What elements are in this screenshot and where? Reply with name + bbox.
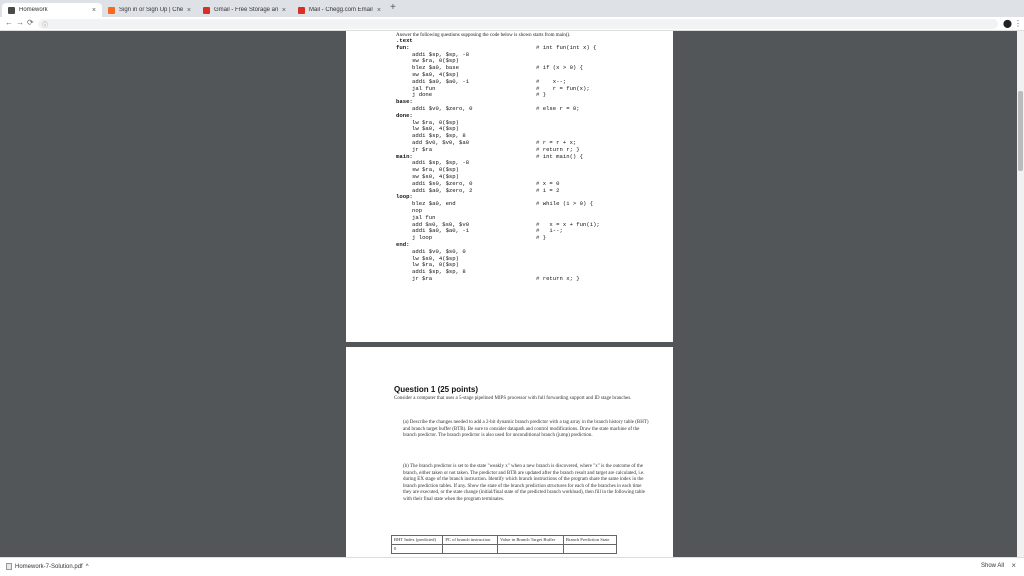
code-label: end: [396,240,410,248]
back-icon[interactable]: ← [5,18,13,27]
close-icon[interactable]: × [377,7,381,14]
document-icon [8,6,15,14]
code-comment: # while (i > 0) { [536,200,594,208]
code-comment: # return x; } [536,274,580,282]
code-label: fun: [396,43,410,51]
code-instruction: addi $a0, $zero, 2 [412,186,473,194]
scrollbar-thumb[interactable] [1018,91,1023,171]
pdf-page: Answer the following questions supposing… [346,31,673,342]
code-comment: # if (x > 0) { [536,64,583,72]
chevron-up-icon[interactable]: ^ [86,564,89,570]
code-comment: # int main() { [536,152,583,160]
pdf-viewer[interactable]: Answer the following questions supposing… [0,31,1024,557]
question-title: Question 1 (25 points) [394,385,479,394]
code-label: main: [396,152,413,160]
forward-icon[interactable]: → [16,18,24,27]
table-cell [442,544,498,554]
chegg-icon [108,6,115,14]
table-header-row: BHT Index (predicted) PC of branch instr… [390,535,618,545]
code-comment: # i = 2 [536,186,560,194]
tab-title: Homework [19,7,48,13]
close-icon[interactable]: × [1011,561,1016,570]
code-label: done: [396,111,413,119]
code-intro: Answer the following questions supposing… [396,33,571,38]
browser-toolbar: ← → ⟳ ⓘ ⬤ ⋮ [0,17,1024,31]
new-tab-button[interactable]: + [390,2,396,13]
code-label: loop: [396,193,413,201]
table-header: PC of branch instruction [442,535,498,545]
pdf-file-icon [6,563,12,570]
tab-gmail[interactable]: Gmail - Free Storage and Email × [197,3,292,17]
tab-title: Mail - Chegg.com Email Results [309,7,373,13]
question-part-a: (a) Describe the changes needed to add a… [403,420,649,438]
code-comment: # int fun(int x) { [536,43,597,51]
code-instruction: jr $ra [412,145,433,153]
gmail-icon [298,6,305,14]
tab-strip: Homework × Sign in or Sign Up | Chegg.co… [0,0,1024,17]
table-header: BHT Index (predicted) [390,535,444,545]
table-header: Branch Prediction State [562,535,618,545]
tab-homework[interactable]: Homework × [2,3,102,17]
profile-icon[interactable]: ⬤ [1003,19,1012,28]
table-row: 0 [390,544,618,554]
tab-mail-chegg[interactable]: Mail - Chegg.com Email Results × [292,3,387,17]
downloads-bar: Homework-7-Solution.pdf ^ Show All × [0,557,1024,576]
table-cell [562,544,618,554]
code-comment: # } [536,91,547,99]
address-bar[interactable]: ⓘ [38,19,998,29]
menu-icon[interactable]: ⋮ [1014,19,1022,28]
tab-title: Gmail - Free Storage and Email [214,7,278,13]
scrollbar[interactable] [1017,31,1024,557]
question-part-b: (b) The branch predictor is set to the s… [403,464,645,502]
pdf-page: Question 1 (25 points) Consider a comput… [346,347,673,557]
download-item[interactable]: Homework-7-Solution.pdf ^ [6,563,89,570]
close-icon[interactable]: × [92,7,96,14]
question-intro: Consider a computer that uses a 5-stage … [394,396,632,401]
table-cell: 0 [390,544,444,554]
code-instruction: j loop [412,234,433,242]
info-icon[interactable]: ⓘ [42,20,48,29]
code-instruction: addi $v0, $zero, 0 [412,104,473,112]
table-cell [497,544,564,554]
code-instruction: j done [412,91,433,99]
code-instruction: jr $ra [412,274,433,282]
code-label: base: [396,98,413,106]
answer-table: BHT Index (predicted) PC of branch instr… [390,535,618,554]
reload-icon[interactable]: ⟳ [27,18,34,27]
tab-chegg-signin[interactable]: Sign in or Sign Up | Chegg.com × [102,3,197,17]
code-comment: # else r = 0; [536,104,580,112]
tab-title: Sign in or Sign Up | Chegg.com [119,7,183,13]
download-filename: Homework-7-Solution.pdf [15,563,83,570]
gmail-icon [203,6,210,14]
code-comment: # } [536,234,547,242]
show-all-button[interactable]: Show All [981,563,1004,569]
close-icon[interactable]: × [187,7,191,14]
table-header: Value in Branch Target Buffer [497,535,564,545]
close-icon[interactable]: × [282,7,286,14]
